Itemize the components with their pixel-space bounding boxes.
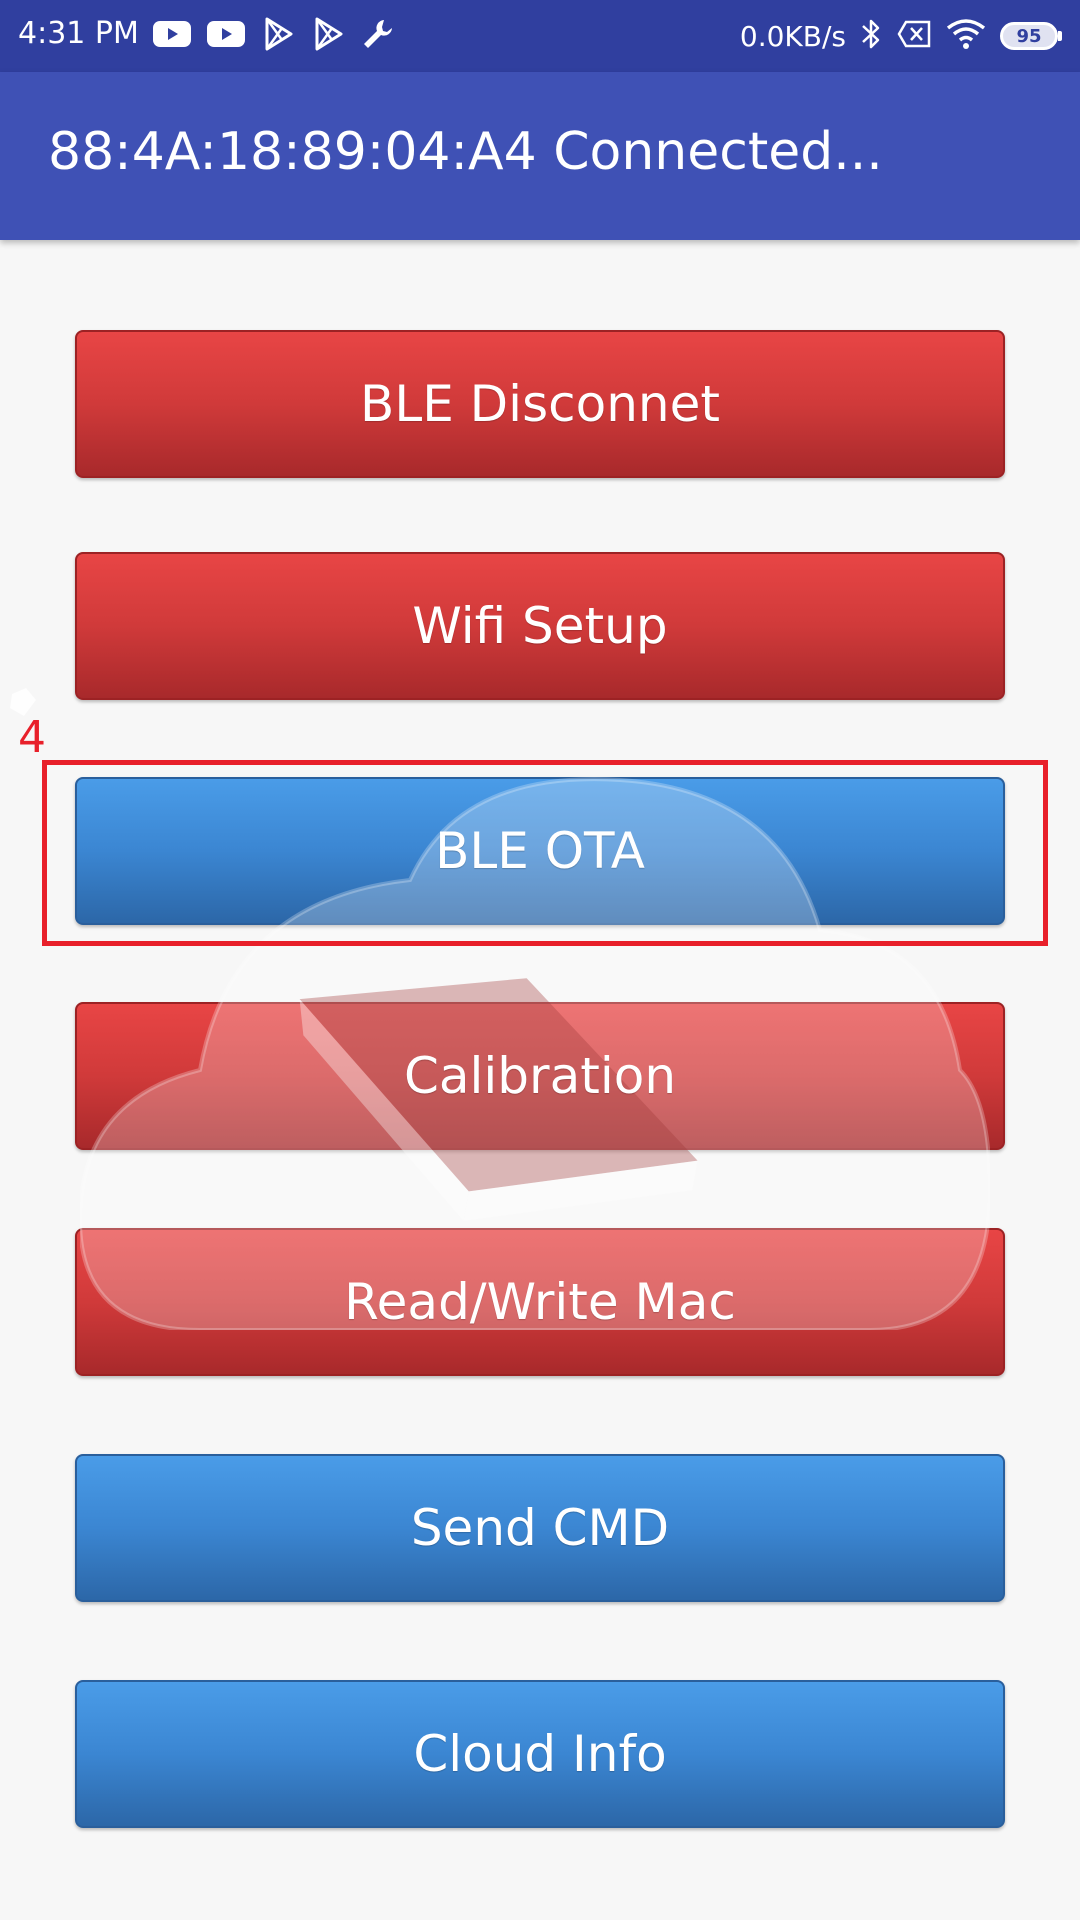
annotation-highlight-box <box>42 760 1048 946</box>
net-speed: 0.0KB/s <box>739 19 846 53</box>
battery-tip <box>1058 31 1062 41</box>
battery-level: 95 <box>1000 22 1058 50</box>
send-cmd-button[interactable]: Send CMD <box>75 1454 1005 1602</box>
youtube-icon <box>152 19 192 53</box>
button-label: Read/Write Mac <box>344 1273 736 1331</box>
cloud-info-button[interactable]: Cloud Info <box>75 1680 1005 1828</box>
wrench-icon <box>360 16 396 56</box>
app-bar: 88:4A:18:89:04:A4 Connected... <box>0 72 1080 240</box>
notification-icons <box>152 14 396 58</box>
wifi-setup-button[interactable]: Wifi Setup <box>75 552 1005 700</box>
status-time: 4:31 PM <box>18 16 139 51</box>
system-icons: 0.0KB/s 95 <box>740 14 1062 58</box>
button-label: Calibration <box>403 1047 677 1105</box>
wifi-icon <box>946 18 986 54</box>
status-bar: 4:31 PM 0.0KB/s 95 <box>0 0 1080 72</box>
calibration-button[interactable]: Calibration <box>75 1002 1005 1150</box>
play-store-icon <box>310 16 346 56</box>
button-label: Send CMD <box>410 1499 670 1557</box>
ble-disconnect-button[interactable]: BLE Disconnet <box>75 330 1005 478</box>
button-label: BLE Disconnet <box>360 375 720 433</box>
read-write-mac-button[interactable]: Read/Write Mac <box>75 1228 1005 1376</box>
youtube-icon <box>206 19 246 53</box>
annotation-label: 4 <box>18 712 46 763</box>
page-title: 88:4A:18:89:04:A4 Connected... <box>48 122 883 182</box>
no-sim-icon <box>896 19 932 53</box>
battery-icon: 95 <box>1000 22 1062 50</box>
button-label: Wifi Setup <box>412 597 668 655</box>
button-label: Cloud Info <box>413 1725 667 1783</box>
screen: 4:31 PM 0.0KB/s 95 88:4A:18:89:04:A4 Con… <box>0 0 1080 1920</box>
play-store-icon <box>260 16 296 56</box>
bluetooth-icon <box>860 17 882 55</box>
